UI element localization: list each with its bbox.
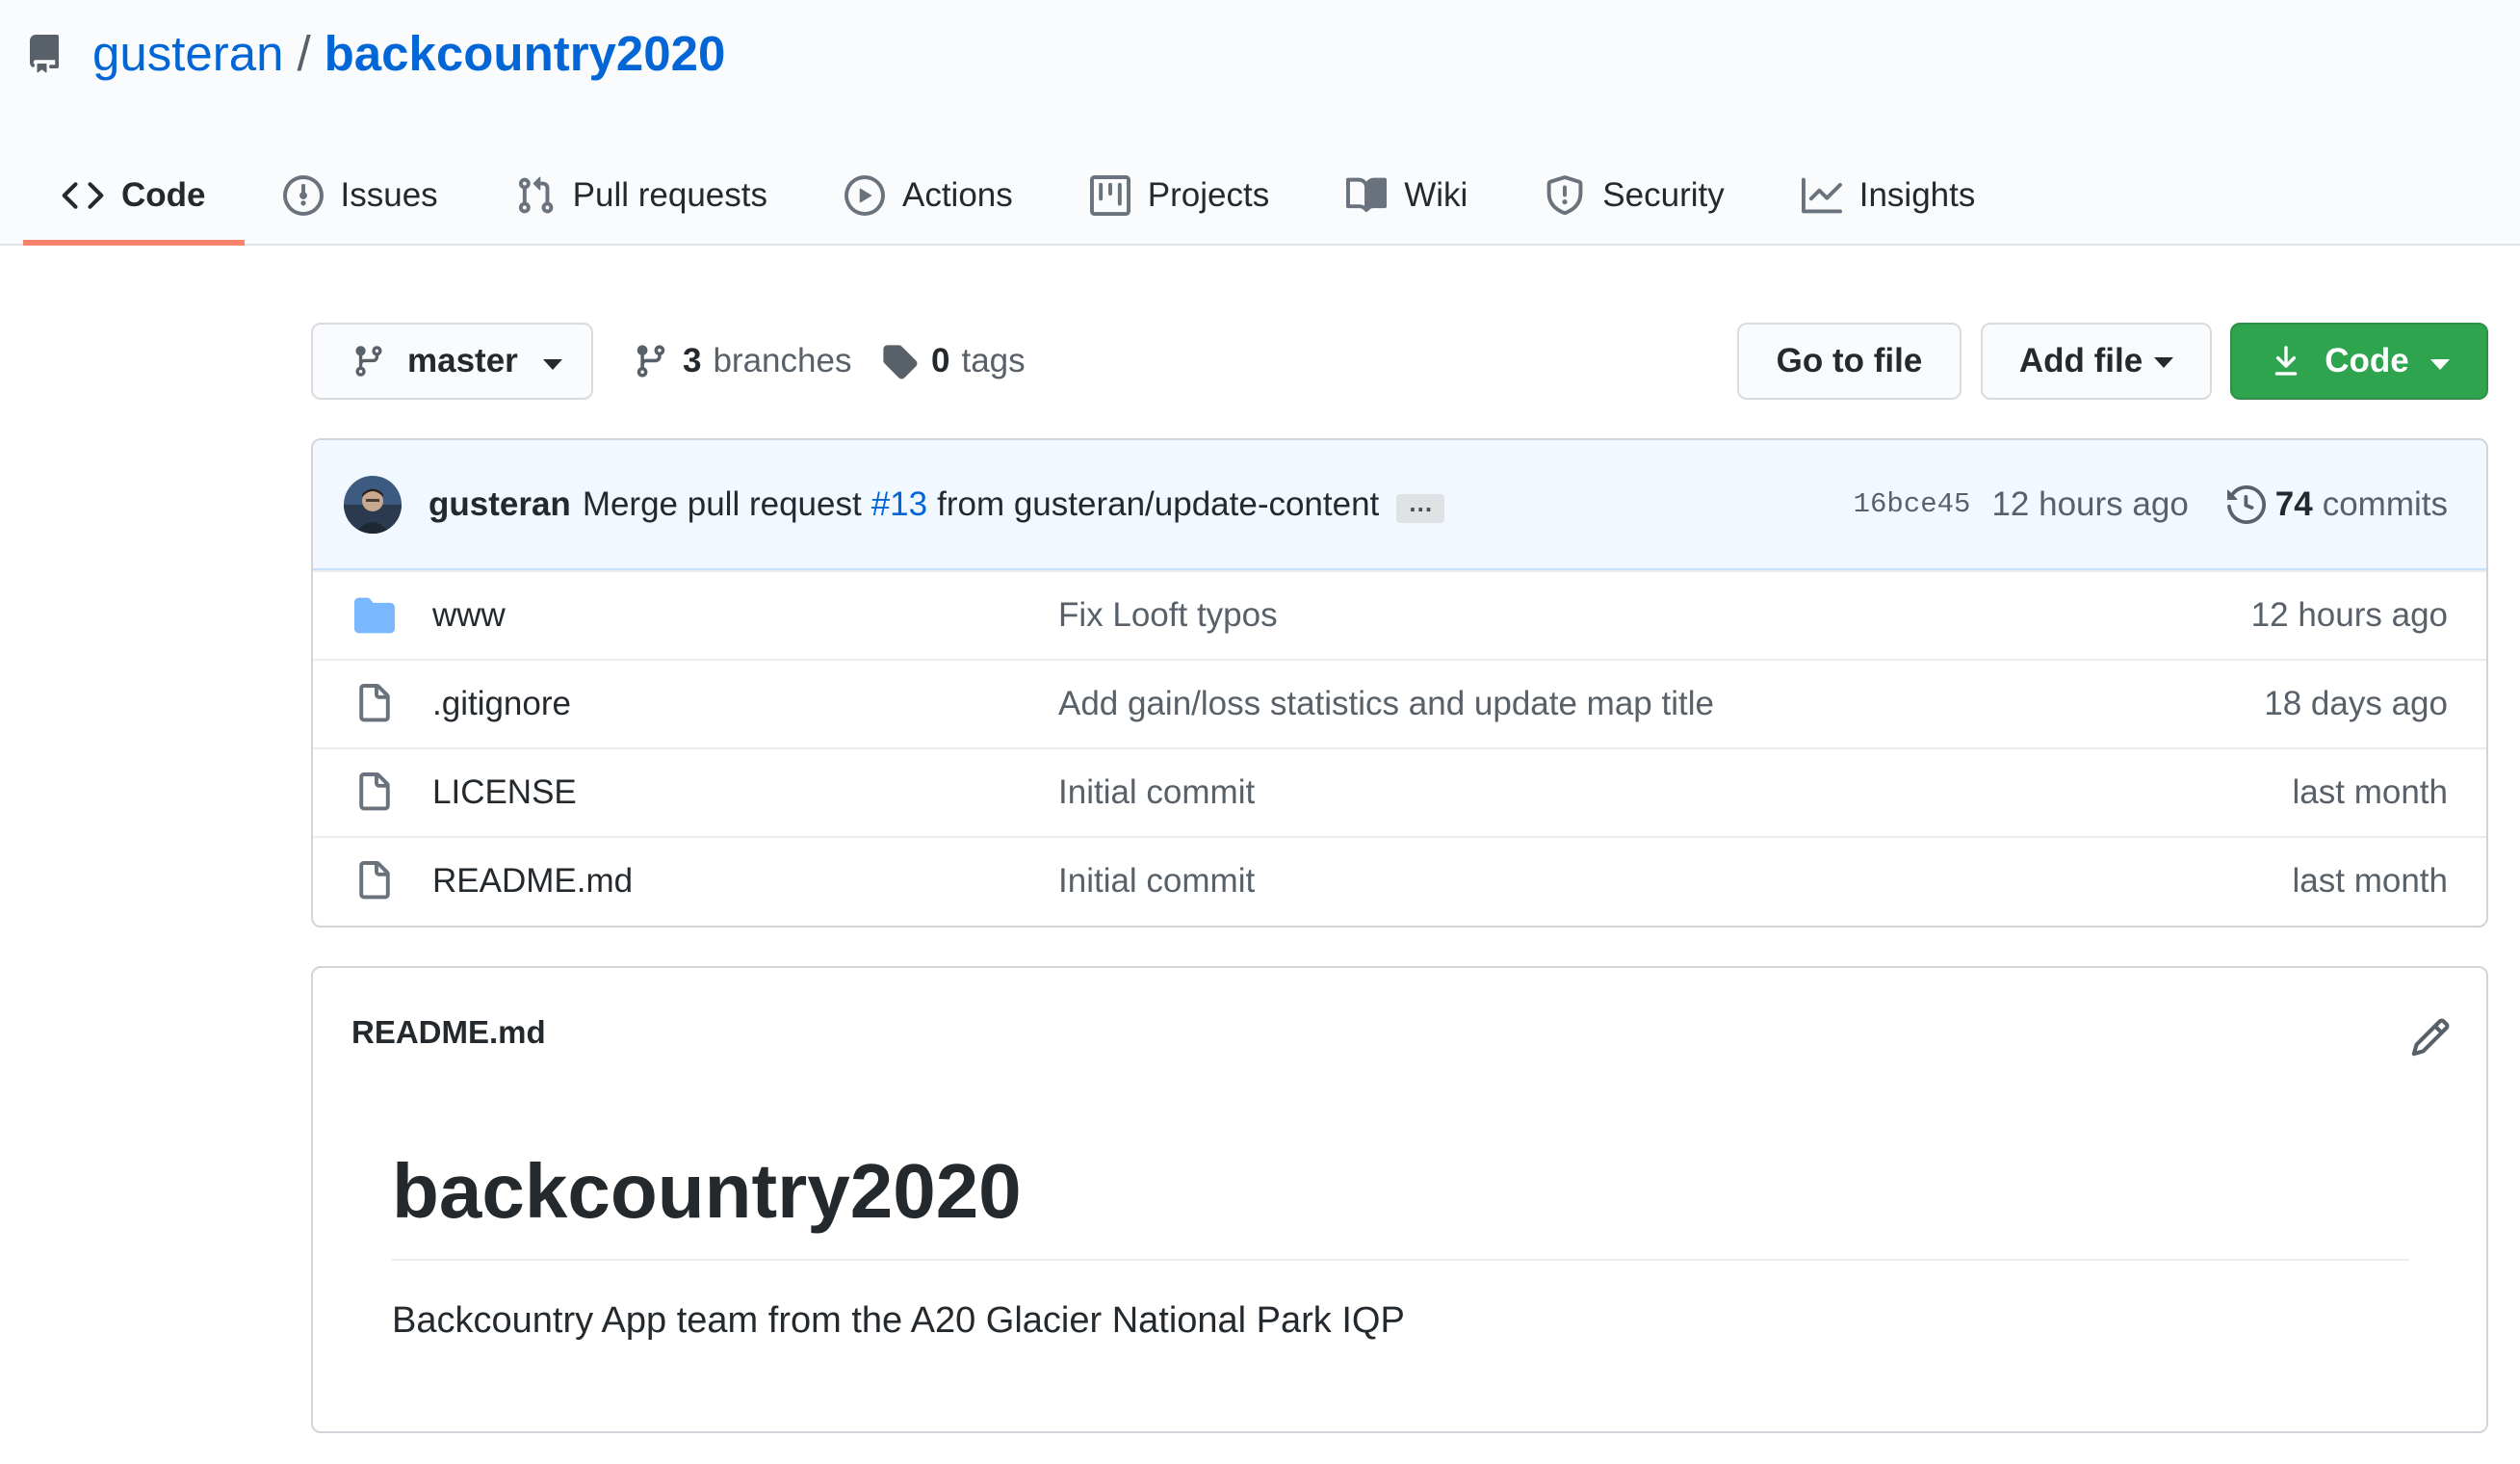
- file-name-link[interactable]: .gitignore: [432, 685, 1058, 723]
- commit-message-suffix[interactable]: from gusteran/update-content: [937, 485, 1379, 524]
- repo-title: gusteran / backcountry2020: [25, 25, 725, 83]
- git-branch-icon: [636, 345, 665, 378]
- commit-time: 12 hours ago: [1991, 484, 2189, 523]
- repo-icon: [25, 33, 64, 75]
- pull-request-icon: [518, 176, 554, 213]
- history-icon: [2226, 484, 2266, 524]
- pencil-icon[interactable]: [2409, 1016, 2452, 1059]
- file-commit-message-link[interactable]: Fix Looft typos: [1058, 596, 1278, 635]
- file-commit-message-link[interactable]: Add gain/loss statistics and update map …: [1058, 685, 1714, 723]
- file-icon: [359, 684, 390, 722]
- file-age: 12 hours ago: [2250, 596, 2448, 634]
- readme-heading: backcountry2020: [392, 1143, 2409, 1261]
- project-icon: [1089, 174, 1130, 216]
- tags-label: tags: [961, 342, 1026, 379]
- file-icon: [359, 772, 390, 811]
- tab-projects-label: Projects: [1147, 175, 1270, 214]
- tab-projects[interactable]: Projects: [1052, 144, 1308, 246]
- shield-icon: [1546, 174, 1583, 215]
- commit-pr-link[interactable]: #13: [871, 485, 927, 524]
- commits-label: commits: [2322, 484, 2448, 523]
- tab-security-label: Security: [1602, 175, 1725, 214]
- file-age: last month: [2292, 862, 2448, 900]
- add-file-button[interactable]: Add file: [1981, 323, 2212, 400]
- tab-wiki-label: Wiki: [1404, 175, 1468, 214]
- code-button-label: Code: [2325, 342, 2409, 379]
- file-age: last month: [2292, 773, 2448, 811]
- tab-pull-requests-label: Pull requests: [572, 175, 767, 214]
- download-icon: [2275, 346, 2298, 376]
- file-icon: [359, 861, 390, 900]
- tags-link[interactable]: 0 tags: [881, 337, 1026, 385]
- repo-nav: Code Issues Pull requests Actions Projec…: [23, 144, 2013, 246]
- repo-name-link[interactable]: backcountry2020: [325, 25, 726, 83]
- commit-sha-link[interactable]: 16bce45: [1854, 488, 1971, 520]
- file-commit-message-link[interactable]: Initial commit: [1058, 773, 1255, 812]
- code-icon: [62, 181, 104, 209]
- commit-author-link[interactable]: gusteran: [429, 485, 571, 524]
- tab-issues[interactable]: Issues: [245, 144, 477, 246]
- branches-count: 3: [683, 342, 702, 379]
- latest-commit-bar: gusteran Merge pull request #13 from gus…: [313, 440, 2486, 570]
- tab-insights[interactable]: Insights: [1763, 144, 2014, 246]
- branches-label: branches: [713, 342, 852, 379]
- issue-icon: [282, 174, 324, 216]
- chevron-down-icon: [542, 358, 562, 370]
- file-row[interactable]: .gitignore Add gain/loss statistics and …: [313, 659, 2486, 747]
- readme-body: Backcountry App team from the A20 Glacie…: [392, 1300, 1405, 1341]
- readme-filename: README.md: [351, 1014, 546, 1050]
- tab-code-label: Code: [121, 175, 206, 214]
- tab-wiki[interactable]: Wiki: [1308, 144, 1506, 246]
- repo-header: gusteran / backcountry2020 Code Issues P…: [0, 0, 2520, 246]
- commit-message-prefix[interactable]: Merge pull request: [583, 485, 862, 524]
- tab-actions-label: Actions: [901, 175, 1013, 214]
- file-name-link[interactable]: LICENSE: [432, 773, 1058, 812]
- tags-count: 0: [931, 342, 950, 379]
- tab-insights-label: Insights: [1858, 175, 1976, 214]
- file-row[interactable]: LICENSE Initial commit last month: [313, 747, 2486, 836]
- tab-issues-label: Issues: [340, 175, 438, 214]
- tab-security[interactable]: Security: [1506, 144, 1762, 246]
- go-to-file-label: Go to file: [1776, 342, 1923, 379]
- file-row[interactable]: www Fix Looft typos 12 hours ago: [313, 570, 2486, 659]
- chevron-down-icon: [2154, 356, 2174, 368]
- code-download-button[interactable]: Code: [2230, 323, 2488, 400]
- branch-name: master: [407, 342, 518, 379]
- tab-code[interactable]: Code: [23, 144, 245, 246]
- chevron-down-icon: [2429, 358, 2450, 370]
- commits-history-link[interactable]: 74 commits: [2226, 484, 2448, 524]
- go-to-file-button[interactable]: Go to file: [1737, 323, 1961, 400]
- add-file-label: Add file: [2018, 342, 2143, 379]
- commit-meta: 16bce45 12 hours ago 74 commits: [1854, 484, 2448, 524]
- commits-count: 74: [2274, 484, 2313, 523]
- file-commit-message-link[interactable]: Initial commit: [1058, 862, 1255, 901]
- book-icon: [1346, 177, 1388, 212]
- readme-panel: README.md backcountry2020 Backcountry Ap…: [311, 966, 2488, 1433]
- file-listing: gusteran Merge pull request #13 from gus…: [311, 438, 2488, 928]
- avatar[interactable]: [344, 475, 402, 534]
- git-branch-icon: [355, 346, 382, 377]
- file-name-link[interactable]: www: [432, 596, 1058, 635]
- commit-expand-button[interactable]: …: [1396, 490, 1445, 523]
- file-name-link[interactable]: README.md: [432, 862, 1058, 901]
- tab-actions[interactable]: Actions: [806, 144, 1052, 246]
- folder-icon: [354, 597, 395, 634]
- repo-path-separator: /: [297, 26, 311, 81]
- play-icon: [844, 174, 885, 216]
- graph-icon: [1801, 177, 1842, 213]
- file-row[interactable]: README.md Initial commit last month: [313, 836, 2486, 925]
- tab-pull-requests[interactable]: Pull requests: [477, 144, 806, 246]
- branch-select-button[interactable]: master: [311, 323, 593, 400]
- branches-link[interactable]: 3 branches: [633, 337, 851, 385]
- file-age: 18 days ago: [2264, 685, 2448, 722]
- repo-owner-link[interactable]: gusteran: [92, 25, 283, 83]
- tag-icon: [883, 345, 918, 379]
